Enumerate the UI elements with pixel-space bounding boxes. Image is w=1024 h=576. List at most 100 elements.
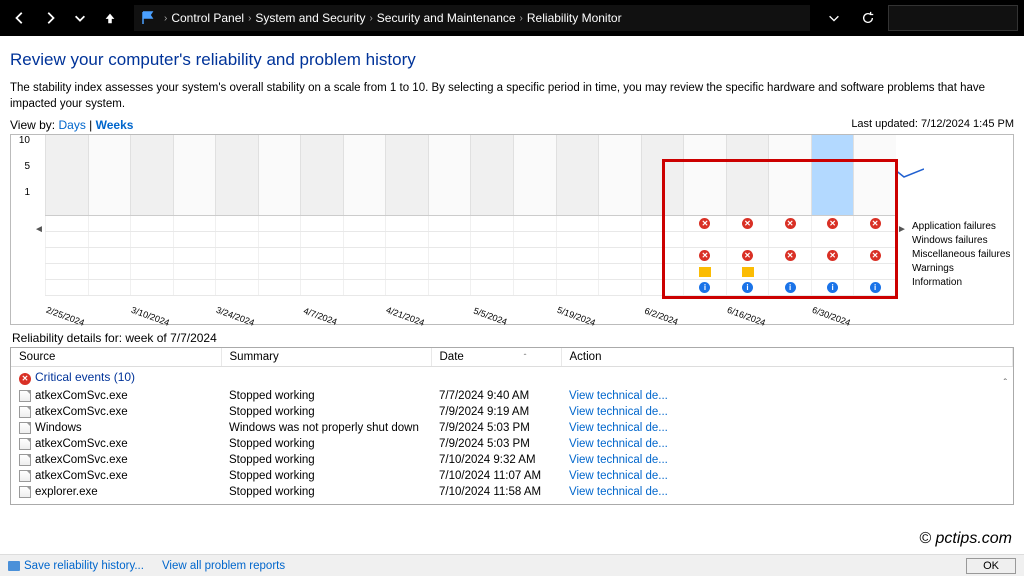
chart-column[interactable] <box>428 135 471 215</box>
file-icon <box>19 406 31 418</box>
chart-column[interactable] <box>726 135 769 215</box>
chart-column[interactable] <box>853 135 896 215</box>
err-icon: ✕ <box>699 218 710 229</box>
err-icon: ✕ <box>699 250 710 261</box>
col-source[interactable]: Source <box>11 348 221 367</box>
table-row[interactable]: WindowsWindows was not properly shut dow… <box>11 420 1013 436</box>
event-row <box>45 264 896 280</box>
chart-column[interactable] <box>130 135 173 215</box>
file-icon <box>19 470 31 482</box>
info-icon: i <box>742 282 753 293</box>
error-icon: ✕ <box>19 373 31 385</box>
last-updated-label: Last updated: 7/12/2024 1:45 PM <box>851 118 1014 132</box>
address-dropdown[interactable] <box>820 4 848 32</box>
view-details-link[interactable]: View technical de... <box>569 454 668 466</box>
file-icon <box>19 422 31 434</box>
err-icon: ✕ <box>785 218 796 229</box>
err-icon: ✕ <box>827 250 838 261</box>
err-icon: ✕ <box>870 250 881 261</box>
refresh-button[interactable] <box>854 4 882 32</box>
viewby-days-link[interactable]: Days <box>58 118 85 132</box>
save-history-link[interactable]: Save reliability history... <box>8 560 144 572</box>
info-icon: i <box>827 282 838 293</box>
view-details-link[interactable]: View technical de... <box>569 406 668 418</box>
collapse-button[interactable]: ˆ <box>1004 378 1007 389</box>
view-details-link[interactable]: View technical de... <box>569 422 668 434</box>
err-icon: ✕ <box>785 250 796 261</box>
titlebar: › Control Panel › System and Security › … <box>0 0 1024 36</box>
back-button[interactable] <box>6 4 34 32</box>
chart-grid[interactable] <box>45 135 896 215</box>
breadcrumb-bar[interactable]: › Control Panel › System and Security › … <box>134 5 810 31</box>
warn-icon <box>742 267 754 277</box>
col-date[interactable]: Dateˆ <box>431 348 561 367</box>
category-row[interactable]: ✕Critical events (10) <box>11 367 1013 388</box>
info-icon: i <box>785 282 796 293</box>
forward-button[interactable] <box>36 4 64 32</box>
chart-yaxis: 10 5 1 <box>11 135 33 213</box>
table-row[interactable]: atkexComSvc.exeStopped working7/9/2024 9… <box>11 404 1013 420</box>
table-row[interactable]: atkexComSvc.exeStopped working7/10/2024 … <box>11 452 1013 468</box>
chart-column[interactable] <box>258 135 301 215</box>
chart-column[interactable] <box>811 135 854 215</box>
viewby-label: View by: <box>10 118 55 132</box>
file-icon <box>19 486 31 498</box>
chart-column[interactable] <box>556 135 599 215</box>
chart-column[interactable] <box>300 135 343 215</box>
chart-column[interactable] <box>470 135 513 215</box>
event-row <box>45 232 896 248</box>
err-icon: ✕ <box>827 218 838 229</box>
view-all-reports-link[interactable]: View all problem reports <box>162 560 285 572</box>
chart-column[interactable] <box>215 135 258 215</box>
chart-scroll-left[interactable]: ◄ <box>33 135 45 324</box>
breadcrumb-security-maintenance[interactable]: Security and Maintenance <box>377 11 516 25</box>
breadcrumb-control-panel[interactable]: Control Panel <box>171 11 244 25</box>
view-details-link[interactable]: View technical de... <box>569 486 668 498</box>
chart-column[interactable] <box>641 135 684 215</box>
chart-column[interactable] <box>385 135 428 215</box>
chart-column[interactable] <box>88 135 131 215</box>
chart-column[interactable] <box>343 135 386 215</box>
view-details-link[interactable]: View technical de... <box>569 438 668 450</box>
chart-column[interactable] <box>683 135 726 215</box>
viewby-weeks-link[interactable]: Weeks <box>96 118 134 132</box>
err-icon: ✕ <box>742 218 753 229</box>
chart-column[interactable] <box>598 135 641 215</box>
file-icon <box>19 438 31 450</box>
chart-column[interactable] <box>45 135 88 215</box>
reliability-chart: 10 5 1 ◄ ✕ ✕ ✕ ✕ ✕ ✕ ✕ ✕ ✕ ✕ i i i i i 2/25/20243/10/2… <box>10 134 1014 325</box>
flag-icon <box>140 10 156 26</box>
breadcrumb-reliability-monitor[interactable]: Reliability Monitor <box>527 11 622 25</box>
err-icon: ✕ <box>742 250 753 261</box>
table-row[interactable]: atkexComSvc.exeStopped working7/10/2024 … <box>11 468 1013 484</box>
event-row: ✕ ✕ ✕ ✕ ✕ <box>45 248 896 264</box>
table-row[interactable]: atkexComSvc.exeStopped working7/9/2024 5… <box>11 436 1013 452</box>
file-icon <box>19 454 31 466</box>
info-icon: i <box>870 282 881 293</box>
event-row: ✕ ✕ ✕ ✕ ✕ <box>45 216 896 232</box>
ok-button[interactable]: OK <box>966 558 1016 574</box>
breadcrumb-system-security[interactable]: System and Security <box>255 11 365 25</box>
view-details-link[interactable]: View technical de... <box>569 470 668 482</box>
watermark: © pctips.com <box>919 530 1012 548</box>
chart-column[interactable] <box>173 135 216 215</box>
info-icon: i <box>699 282 710 293</box>
chart-legend: Application failures Windows failures Mi… <box>908 135 1013 290</box>
table-row[interactable]: explorer.exeStopped working7/10/2024 11:… <box>11 484 1013 500</box>
col-action[interactable]: Action <box>561 348 1013 367</box>
page-description: The stability index assesses your system… <box>10 80 1014 112</box>
warn-icon <box>699 267 711 277</box>
chart-xaxis: 2/25/20243/10/20243/24/20244/7/20244/21/… <box>45 296 896 324</box>
err-icon: ✕ <box>870 218 881 229</box>
table-row[interactable]: atkexComSvc.exeStopped working7/7/2024 9… <box>11 388 1013 404</box>
chart-column[interactable] <box>513 135 556 215</box>
search-input[interactable] <box>888 5 1018 31</box>
file-icon <box>19 390 31 402</box>
col-summary[interactable]: Summary <box>221 348 431 367</box>
chart-column[interactable] <box>768 135 811 215</box>
page-title: Review your computer's reliability and p… <box>10 50 1014 70</box>
up-button[interactable] <box>96 4 124 32</box>
recent-dropdown[interactable] <box>66 4 94 32</box>
chart-event-rows: ✕ ✕ ✕ ✕ ✕ ✕ ✕ ✕ ✕ ✕ i i i i i <box>45 215 896 296</box>
view-details-link[interactable]: View technical de... <box>569 390 668 402</box>
